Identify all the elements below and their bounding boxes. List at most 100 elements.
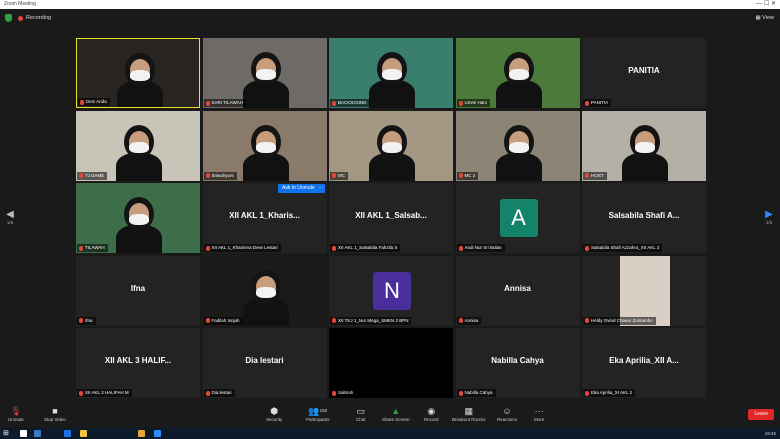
participant-tile[interactable]: N XII TKJ 1_Nur Mega_SMKN 2 BPN: [329, 255, 453, 326]
participant-tile[interactable]: Heldy Ovind Chavar Zontambo: [582, 255, 706, 326]
person-shape: [382, 141, 402, 153]
participant-tile[interactable]: Dia lestari Dia lestari: [202, 328, 327, 398]
view-button[interactable]: ▦ View: [755, 13, 774, 23]
prev-page-button[interactable]: ◀ 1/6: [4, 210, 16, 226]
participant-tile[interactable]: TJ DAME: [76, 110, 200, 181]
leave-button[interactable]: Leave: [748, 409, 774, 420]
participant-name: Annisa: [464, 317, 479, 323]
video-gallery: ◀ 1/6 ▶ 1/6 Deni Arida SARI TILAWAH BACKSO…: [0, 27, 780, 403]
reactions-button[interactable]: ☺ Reactions: [497, 405, 517, 422]
participant-video: [77, 39, 199, 107]
breakout-rooms-button[interactable]: ▦ Breakout Rooms: [452, 405, 486, 422]
mic-muted-icon: [458, 100, 463, 106]
taskview-icon[interactable]: [34, 430, 41, 437]
participant-tile[interactable]: Fadilah Isnjah: [202, 255, 327, 326]
more-button[interactable]: ··· More: [534, 405, 544, 422]
participant-name-label: Andi Nur Sri Bulan: [456, 244, 505, 252]
participant-display-name: Dia lestari: [245, 356, 284, 365]
participant-name: Dia lestari: [211, 390, 232, 395]
participant-video: [202, 110, 327, 181]
system-clock[interactable]: 19:45: [765, 428, 776, 439]
participant-name-label: Ummi Hani: [456, 99, 490, 107]
participant-tile[interactable]: Annisa Annisa: [455, 255, 580, 326]
participant-tile[interactable]: HOST: [582, 110, 706, 181]
mic-muted-icon: [79, 390, 83, 396]
participant-tile[interactable]: Sriwahyuni: [202, 110, 327, 181]
mic-muted-icon: [205, 318, 210, 323]
mic-muted-icon: [332, 318, 336, 323]
participant-name-label: Salmah: [330, 389, 357, 397]
participant-name: PANITIA: [591, 100, 609, 105]
shield-icon[interactable]: [5, 14, 12, 22]
more-dots-icon: ···: [534, 406, 544, 416]
participant-name: Deni Arida: [86, 99, 107, 104]
mic-muted-icon: [79, 245, 83, 251]
stop-video-label: Stop Video: [44, 417, 66, 422]
participant-name-label: TJ DAME: [77, 171, 108, 180]
participant-tile[interactable]: MC: [329, 110, 453, 181]
participant-name: MC: [338, 172, 345, 178]
app-icon[interactable]: [138, 430, 145, 437]
record-icon: ◉: [427, 406, 436, 416]
participant-name: Eka Aprilia_XI AKL 2: [591, 390, 633, 395]
search-icon[interactable]: [20, 430, 27, 437]
participant-tile[interactable]: Eka Aprilia_XII A... Eka Aprilia_XI AKL 2: [582, 328, 706, 398]
participant-video: [329, 38, 453, 108]
video-camera-icon: ■: [52, 406, 58, 416]
participant-name-label: PANITIA: [583, 99, 612, 107]
participant-name-label: MC: [330, 171, 348, 180]
person-shape: [382, 69, 402, 80]
participant-display-name: Annisa: [504, 283, 531, 293]
participant-tile[interactable]: XII AKL 1_Salsab... XII AKL 1_Salsabila F…: [329, 183, 453, 253]
windows-start-icon[interactable]: ⊞: [3, 430, 10, 437]
mic-muted-icon: [79, 173, 83, 178]
participant-name-label: Fadilah Isnjah: [203, 316, 243, 325]
participant-tile[interactable]: MC 2: [455, 110, 580, 181]
participant-tile[interactable]: Ifna Ifna: [76, 255, 200, 326]
stop-video-button[interactable]: ■ Stop Video: [44, 405, 66, 422]
share-screen-label: Share Screen: [382, 417, 410, 422]
participant-display-name: XII AKL 1_Kharis...: [229, 211, 300, 220]
participant-name: Heldy Ovind Chavar Zontambo: [591, 317, 653, 323]
participant-name: Andi Nur Sri Bulan: [464, 245, 502, 250]
chat-label: Chat: [356, 417, 366, 422]
mic-muted-icon: [458, 173, 463, 178]
participant-name-label: Nabilla Cahya: [456, 389, 496, 397]
zoom-app-icon[interactable]: [154, 430, 161, 437]
participant-tile[interactable]: Nabilla Cahya Nabilla Cahya: [455, 328, 580, 398]
participant-name: Salsabila Shafi Azzahra_XII AKL 2: [591, 245, 660, 250]
mic-muted-icon: [79, 318, 83, 323]
participant-name-label: Sriwahyuni: [203, 171, 237, 180]
participant-tile[interactable]: Salmah: [329, 328, 453, 398]
next-page-button[interactable]: ▶ 1/6: [763, 210, 775, 226]
chat-button[interactable]: ▭ Chat: [356, 405, 366, 422]
participant-tile[interactable]: Ummi Hani: [455, 38, 580, 108]
participant-name: XII AKL 1_Salsabila Fahzila S: [338, 245, 398, 250]
edge-browser-icon[interactable]: [64, 430, 71, 437]
ask-to-unmute-button[interactable]: Ask to Unmute: [278, 184, 319, 193]
share-screen-button[interactable]: ▲ Share Screen: [382, 405, 410, 422]
tile-more-button[interactable]: ···: [316, 184, 325, 193]
recording-indicator[interactable]: Recording: [18, 13, 51, 23]
participant-name-label: XII AKL 1_Kharisma Dewi Lestari: [203, 244, 281, 252]
record-button[interactable]: ◉ Record: [424, 405, 439, 422]
participant-tile[interactable]: Salsabila Shafi A... Salsabila Shafi Azza…: [582, 183, 706, 253]
meeting-topbar: Recording ▦ View: [0, 9, 780, 27]
participant-video: [329, 328, 453, 398]
participant-tile[interactable]: XII AKL 1_Kharis... XII AKL 1_Kharisma De…: [202, 183, 327, 253]
participant-tile[interactable]: Deni Arida: [76, 38, 200, 108]
mic-muted-icon: [332, 173, 336, 178]
participant-tile[interactable]: BACKSOUND: [329, 38, 453, 108]
participant-name: XII AKL 3 HALIFAH M: [85, 390, 129, 395]
participants-button[interactable]: 👥150 Participants: [306, 405, 330, 422]
participant-tile[interactable]: A Andi Nur Sri Bulan: [455, 183, 580, 253]
person-shape: [255, 141, 276, 153]
file-explorer-icon[interactable]: [80, 430, 87, 437]
window-controls[interactable]: — ☐ ✕: [756, 0, 776, 9]
participant-tile[interactable]: TILAWAH: [76, 183, 200, 253]
security-button[interactable]: ⬢ Security: [266, 405, 282, 422]
participant-tile[interactable]: SARI TILAWAH: [202, 38, 327, 108]
participant-tile[interactable]: XII AKL 3 HALIF... XII AKL 3 HALIFAH M: [76, 328, 200, 398]
participant-tile[interactable]: PANITIA PANITIA: [582, 38, 706, 108]
unmute-button[interactable]: 🎙 Unmute: [8, 405, 24, 422]
